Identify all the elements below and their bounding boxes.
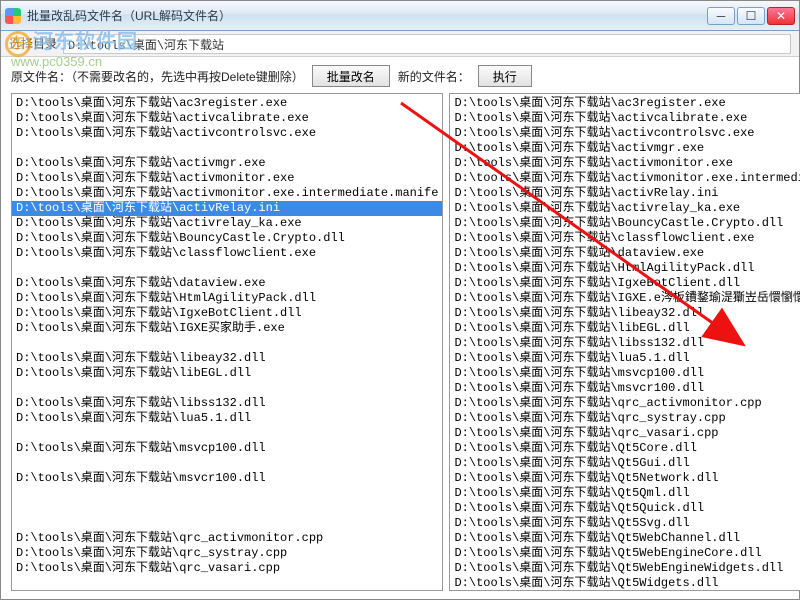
list-item[interactable]: D:\tools\桌面\河东下载站\HtmlAgilityPack.dll [12,291,442,306]
list-item[interactable]: D:\tools\桌面\河东下载站\activmonitor.exe.inter… [450,171,800,186]
list-item[interactable] [12,501,442,516]
panes: D:\tools\桌面\河东下载站\ac3register.exeD:\tool… [1,93,799,601]
list-item[interactable] [12,516,442,531]
list-item[interactable] [12,456,442,471]
app-icon [5,8,21,24]
list-item[interactable]: D:\tools\桌面\河东下载站\Qt5WebEngineWidgets.dl… [450,561,800,576]
list-item[interactable]: D:\tools\桌面\河东下载站\activmonitor.exe [12,171,442,186]
list-item[interactable]: D:\tools\桌面\河东下载站\ac3register.exe [450,96,800,111]
choose-dir-label[interactable]: 选择目录 [9,35,57,52]
list-item[interactable]: D:\tools\桌面\河东下载站\activmgr.exe [12,156,442,171]
maximize-button[interactable]: ☐ [737,7,765,25]
list-item[interactable]: D:\tools\桌面\河东下载站\qrc_systray.cpp [450,411,800,426]
minimize-button[interactable]: ─ [707,7,735,25]
list-item[interactable]: D:\tools\桌面\河东下载站\activrelay_ka.exe [450,201,800,216]
list-item[interactable] [12,261,442,276]
list-item[interactable] [12,486,442,501]
action-row: 原文件名：（不需要改名的，先选中再按Delete键删除） 批量改名 新的文件名：… [1,57,799,93]
list-item[interactable]: D:\tools\桌面\河东下载站\IgxeBotClient.dll [450,276,800,291]
path-input[interactable]: D:\tools\桌面\河东下载站 [63,34,791,54]
list-item[interactable]: D:\tools\桌面\河东下载站\libeay32.dll [12,351,442,366]
list-item[interactable]: D:\tools\桌面\河东下载站\lua5.1.dll [12,411,442,426]
list-item[interactable] [12,336,442,351]
list-item[interactable]: D:\tools\桌面\河东下载站\dataview.exe [450,246,800,261]
list-item[interactable]: D:\tools\桌面\河东下载站\qrc_vasari.cpp [450,426,800,441]
list-item[interactable]: D:\tools\桌面\河东下载站\libss132.dll [12,396,442,411]
list-item[interactable]: D:\tools\桌面\河东下载站\IgxeBotClient.dll [12,306,442,321]
list-item[interactable]: D:\tools\桌面\河东下载站\classflowclient.exe [450,231,800,246]
list-item[interactable]: D:\tools\桌面\河东下载站\msvcp100.dll [12,441,442,456]
list-item[interactable]: D:\tools\桌面\河东下载站\qrc_activmonitor.cpp [12,531,442,546]
list-item[interactable]: D:\tools\桌面\河东下载站\IGXE.e涔板鐨鍪瑜湜玂岦岳懁懰懁地耀 [450,291,800,306]
directory-toolbar: 选择目录 D:\tools\桌面\河东下载站 [1,31,799,57]
close-button[interactable]: ✕ [767,7,795,25]
original-file-list[interactable]: D:\tools\桌面\河东下载站\ac3register.exeD:\tool… [12,94,442,590]
execute-button[interactable]: 执行 [478,65,532,87]
list-item[interactable]: D:\tools\桌面\河东下载站\msvcp100.dll [450,366,800,381]
list-item[interactable]: D:\tools\桌面\河东下载站\activcalibrate.exe [450,111,800,126]
list-item[interactable]: D:\tools\桌面\河东下载站\Qt5Svg.dll [450,516,800,531]
list-item[interactable]: D:\tools\桌面\河东下载站\libeay32.dll [450,306,800,321]
list-item[interactable]: D:\tools\桌面\河东下载站\Qt5Network.dll [450,471,800,486]
list-item[interactable]: D:\tools\桌面\河东下载站\activRelay.ini [12,201,442,216]
list-item[interactable]: D:\tools\桌面\河东下载站\activcalibrate.exe [12,111,442,126]
new-file-list-wrap: D:\tools\桌面\河东下载站\ac3register.exeD:\tool… [449,93,800,591]
original-name-label: 原文件名：（不需要改名的，先选中再按Delete键删除） [11,68,304,85]
list-item[interactable]: D:\tools\桌面\河东下载站\activcontrolsvc.exe [450,126,800,141]
list-item[interactable]: D:\tools\桌面\河东下载站\qrc_systray.cpp [12,546,442,561]
list-item[interactable]: D:\tools\桌面\河东下载站\qrc_vasari.cpp [12,561,442,576]
list-item[interactable]: D:\tools\桌面\河东下载站\Qt5WebEngineCore.dll [450,546,800,561]
list-item[interactable]: D:\tools\桌面\河东下载站\Qt5Widgets.dll [450,576,800,590]
list-item[interactable]: D:\tools\桌面\河东下载站\libEGL.dll [450,321,800,336]
list-item[interactable]: D:\tools\桌面\河东下载站\activcontrolsvc.exe [12,126,442,141]
list-item[interactable]: D:\tools\桌面\河东下载站\Qt5Core.dll [450,441,800,456]
list-item[interactable]: D:\tools\桌面\河东下载站\lua5.1.dll [450,351,800,366]
list-item[interactable]: D:\tools\桌面\河东下载站\BouncyCastle.Crypto.dl… [450,216,800,231]
list-item[interactable]: D:\tools\桌面\河东下载站\Qt5Qml.dll [450,486,800,501]
batch-rename-button[interactable]: 批量改名 [312,65,390,87]
list-item[interactable]: D:\tools\桌面\河东下载站\activRelay.ini [450,186,800,201]
list-item[interactable] [12,426,442,441]
new-name-label: 新的文件名： [398,68,470,85]
list-item[interactable]: D:\tools\桌面\河东下载站\Qt5Gui.dll [450,456,800,471]
list-item[interactable]: D:\tools\桌面\河东下载站\HtmlAgilityPack.dll [450,261,800,276]
list-item[interactable]: D:\tools\桌面\河东下载站\activrelay_ka.exe [12,216,442,231]
list-item[interactable]: D:\tools\桌面\河东下载站\Qt5WebChannel.dll [450,531,800,546]
list-item[interactable]: D:\tools\桌面\河东下载站\activmonitor.exe [450,156,800,171]
list-item[interactable]: D:\tools\桌面\河东下载站\ac3register.exe [12,96,442,111]
new-file-list[interactable]: D:\tools\桌面\河东下载站\ac3register.exeD:\tool… [450,94,800,590]
caption-buttons: ─ ☐ ✕ [707,7,795,25]
list-item[interactable]: D:\tools\桌面\河东下载站\libss132.dll [450,336,800,351]
titlebar: 批量改乱码文件名（URL解码文件名） ─ ☐ ✕ [1,1,799,31]
list-item[interactable]: D:\tools\桌面\河东下载站\libEGL.dll [12,366,442,381]
list-item[interactable]: D:\tools\桌面\河东下载站\msvcr100.dll [12,471,442,486]
window-title: 批量改乱码文件名（URL解码文件名） [27,7,707,24]
list-item[interactable]: D:\tools\桌面\河东下载站\msvcr100.dll [450,381,800,396]
list-item[interactable] [12,381,442,396]
list-item[interactable]: D:\tools\桌面\河东下载站\BouncyCastle.Crypto.dl… [12,231,442,246]
list-item[interactable]: D:\tools\桌面\河东下载站\activmonitor.exe.inter… [12,186,442,201]
original-file-list-wrap: D:\tools\桌面\河东下载站\ac3register.exeD:\tool… [11,93,443,591]
list-item[interactable]: D:\tools\桌面\河东下载站\activmgr.exe [450,141,800,156]
list-item[interactable] [12,141,442,156]
list-item[interactable]: D:\tools\桌面\河东下载站\qrc_activmonitor.cpp [450,396,800,411]
list-item[interactable]: D:\tools\桌面\河东下载站\IGXE买家助手.exe [12,321,442,336]
list-item[interactable]: D:\tools\桌面\河东下载站\dataview.exe [12,276,442,291]
list-item[interactable]: D:\tools\桌面\河东下载站\classflowclient.exe [12,246,442,261]
list-item[interactable]: D:\tools\桌面\河东下载站\Qt5Quick.dll [450,501,800,516]
